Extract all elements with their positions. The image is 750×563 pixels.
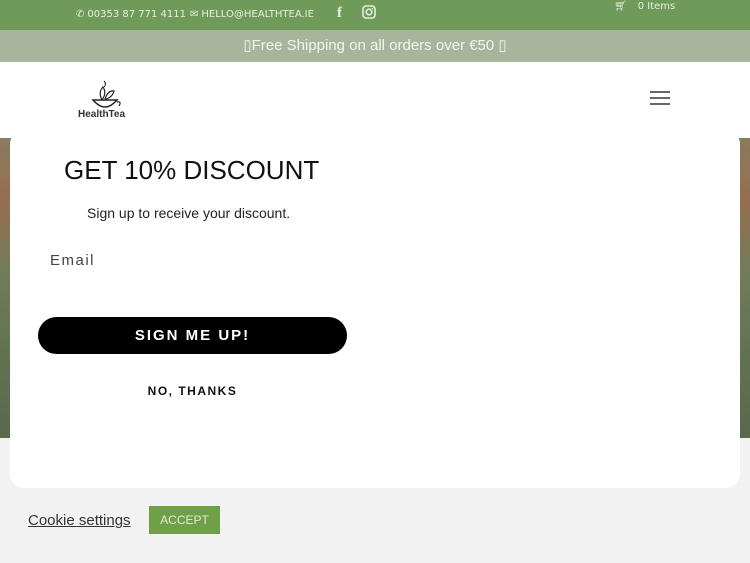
facebook-icon[interactable]: f xyxy=(337,5,342,22)
modal-title: GET 10% DISCOUNT xyxy=(64,155,320,185)
banner-text: Free Shipping on all orders over €50 xyxy=(251,37,495,54)
cart-icon: 🛒︎ xyxy=(614,1,627,12)
hamburger-menu-icon[interactable] xyxy=(650,91,670,105)
shipping-banner: ▯Free Shipping on all orders over €50 ▯ xyxy=(0,30,750,62)
modal-subtitle: Sign up to receive your discount. xyxy=(87,205,291,221)
email-address: HELLO@HEALTHTEA.IE xyxy=(201,9,314,20)
phone-link[interactable]: ✆ 00353 87 771 4111 xyxy=(76,9,186,20)
phone-icon: ✆ xyxy=(76,9,85,20)
accept-cookies-button[interactable]: ACCEPT xyxy=(149,506,220,534)
phone-number: 00353 87 771 4111 xyxy=(87,9,186,20)
cart-count: 0 Items xyxy=(637,1,676,12)
banner-right-glyph: ▯ xyxy=(498,37,507,54)
email-link[interactable]: ✉ HELLO@HEALTHTEA.IE xyxy=(190,9,314,20)
instagram-icon[interactable] xyxy=(362,5,376,19)
no-thanks-button[interactable]: NO, THANKS xyxy=(38,381,347,401)
sign-me-up-button[interactable]: SIGN ME UP! xyxy=(38,317,347,354)
cookie-settings-link[interactable]: Cookie settings xyxy=(28,512,131,529)
banner-left-glyph: ▯ xyxy=(243,37,252,54)
email-field[interactable] xyxy=(40,244,350,276)
top-contact-bar: ✆ 00353 87 771 4111 ✉ HELLO@HEALTHTEA.IE… xyxy=(0,0,750,30)
mail-icon: ✉ xyxy=(190,9,199,20)
cart-link[interactable]: 🛒︎ 0 Items xyxy=(614,1,675,12)
site-header xyxy=(0,62,750,138)
logo-text: HealthTea xyxy=(78,109,126,120)
